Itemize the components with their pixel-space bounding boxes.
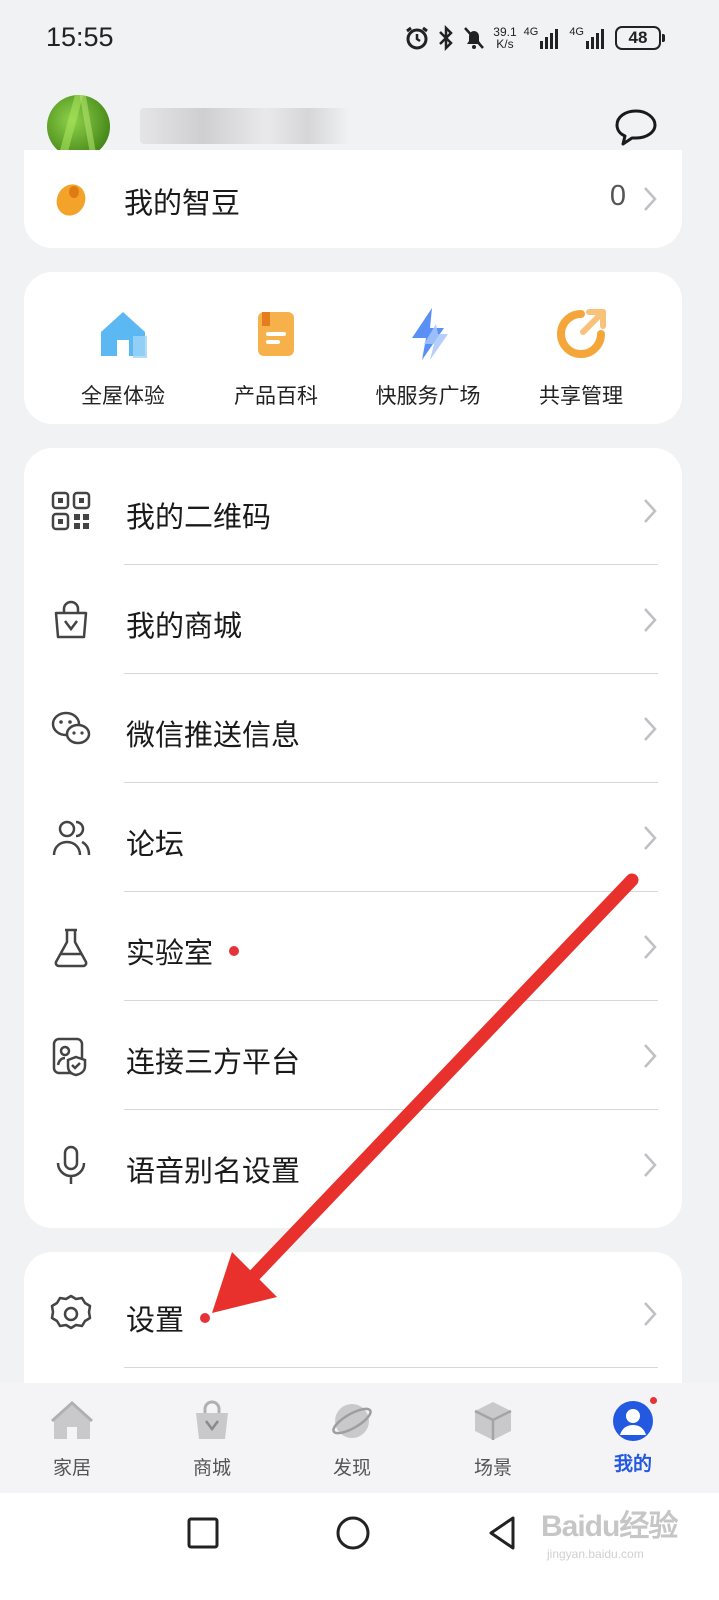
third-party-icon [52, 1037, 87, 1077]
beans-card[interactable]: 我的智豆 0 [24, 150, 682, 248]
bluetooth-icon [439, 25, 454, 51]
back-icon[interactable] [483, 1513, 523, 1553]
menu-item-label: 我的二维码 [126, 500, 272, 534]
shortcut-product-wiki[interactable]: 产品百科 [201, 304, 351, 410]
notification-badge [648, 1395, 659, 1406]
status-bar: 15:55 39.1 K/s 4G 4G 48 [0, 0, 719, 76]
menu-item-label: 我的商城 [126, 609, 243, 643]
recent-apps-icon[interactable] [183, 1513, 223, 1553]
menu-item-label: 微信推送信息 [126, 718, 301, 752]
menu-item-label: 论坛 [126, 827, 185, 861]
status-time: 15:55 [46, 22, 114, 52]
nav-scene[interactable]: 场景 [448, 1399, 538, 1480]
house-icon [101, 312, 147, 358]
gear-icon [50, 1294, 92, 1330]
menu-item-settings[interactable]: 设置 [24, 1259, 682, 1368]
bean-icon [56, 184, 86, 216]
alarm-icon [406, 26, 429, 50]
nav-label: 场景 [473, 1457, 512, 1479]
shortcut-label: 共享管理 [539, 384, 623, 408]
nav-mall[interactable]: 商城 [167, 1399, 257, 1480]
profile-icon-wrap [611, 1395, 659, 1443]
nav-label: 商城 [192, 1457, 231, 1479]
notification-dot [200, 1313, 211, 1323]
shortcut-card: 全屋体验 产品百科 快服务广场 共享管理 [24, 272, 682, 424]
chevron-right-icon [644, 1153, 657, 1177]
system-nav-bar: Baidu经验 jingyan.baidu.com [0, 1493, 719, 1600]
cube-icon [474, 1402, 512, 1440]
watermark: Baidu经验 jingyan.baidu.com [541, 1510, 678, 1561]
menu-item-my-mall[interactable]: 我的商城 [24, 565, 682, 674]
menu-item-label: 设置 [126, 1297, 211, 1339]
bottom-nav: 家居 商城 发现 场景 我的 [0, 1383, 719, 1493]
mall-icon [196, 1400, 228, 1439]
home-button-icon[interactable] [333, 1513, 373, 1553]
qr-code-icon [51, 491, 91, 531]
menu-item-label: 连接三方平台 [126, 1045, 301, 1079]
shopping-bag-icon [54, 600, 88, 639]
menu-card: 我的二维码 我的商城 微信推送信息 论坛 实验室 连接三方平台 语音别名设置 [24, 448, 682, 1228]
chevron-right-icon [644, 1044, 657, 1068]
mute-bell-icon [464, 27, 485, 49]
lightning-icon [412, 308, 448, 360]
shortcut-share-management[interactable]: 共享管理 [506, 304, 656, 410]
book-icon [258, 312, 294, 356]
notification-dot [229, 946, 240, 956]
chevron-right-icon [644, 1302, 657, 1326]
status-icons: 39.1 K/s 4G 4G 48 [404, 22, 665, 54]
message-button[interactable] [613, 108, 659, 148]
signal-bars-icon [540, 29, 559, 49]
menu-item-lab[interactable]: 实验室 [24, 892, 682, 1001]
signal-2: 4G [569, 27, 608, 49]
users-icon [52, 820, 91, 856]
planet-icon [332, 1404, 372, 1438]
shortcut-label: 全屋体验 [81, 384, 165, 408]
beans-label: 我的智豆 [124, 186, 241, 220]
nav-label: 发现 [332, 1457, 371, 1479]
profile-icon [613, 1401, 653, 1441]
chevron-right-icon [644, 935, 657, 959]
chevron-right-icon [644, 826, 657, 850]
menu-item-label: 实验室 [126, 930, 240, 972]
wechat-icon [51, 711, 91, 745]
chevron-right-icon [644, 499, 657, 523]
nav-me[interactable]: 我的 [588, 1395, 678, 1476]
nav-label: 家居 [52, 1457, 91, 1479]
chevron-right-icon [644, 717, 657, 741]
shortcut-quick-service[interactable]: 快服务广场 [353, 304, 503, 410]
chevron-right-icon [644, 608, 657, 632]
menu-item-forum[interactable]: 论坛 [24, 783, 682, 892]
divider [124, 1367, 658, 1368]
menu-item-label: 语音别名设置 [126, 1154, 301, 1188]
avatar[interactable] [47, 95, 110, 158]
shortcut-whole-house[interactable]: 全屋体验 [48, 304, 198, 410]
battery-indicator: 48 [615, 26, 665, 50]
microphone-icon [56, 1145, 86, 1184]
nav-home[interactable]: 家居 [27, 1399, 117, 1480]
nav-discover[interactable]: 发现 [307, 1399, 397, 1480]
share-icon [557, 309, 606, 358]
signal-1: 4G [524, 27, 563, 49]
signal-bars-icon [586, 29, 604, 49]
shortcut-label: 快服务广场 [375, 384, 481, 408]
home-icon [50, 1400, 94, 1439]
shortcut-label: 产品百科 [234, 384, 318, 408]
menu-item-qr-code[interactable]: 我的二维码 [24, 456, 682, 565]
net-speed: 39.1 K/s [493, 25, 517, 51]
menu-item-wechat-push[interactable]: 微信推送信息 [24, 674, 682, 783]
chat-bubble-icon [615, 109, 657, 146]
nav-label: 我的 [613, 1453, 652, 1475]
flask-icon [54, 928, 88, 968]
beans-count: 0 [609, 180, 626, 212]
menu-item-third-party[interactable]: 连接三方平台 [24, 1001, 682, 1110]
username[interactable]: nao [140, 108, 350, 144]
menu-item-voice-alias[interactable]: 语音别名设置 [24, 1110, 682, 1219]
chevron-right-icon [644, 187, 657, 211]
